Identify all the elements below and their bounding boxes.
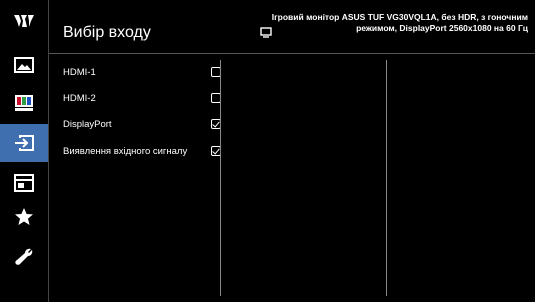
sidebar-item-color[interactable] <box>0 84 48 122</box>
color-bars-icon <box>15 95 33 111</box>
bottom-bar <box>49 296 535 302</box>
osd-window: Вибір входу Ігровий монітор ASUS TUF VG3… <box>0 0 535 302</box>
sidebar-item-favorites[interactable] <box>0 198 48 236</box>
menu-item-label: HDMI-2 <box>63 92 96 104</box>
menu-item-label: DisplayPort <box>63 118 112 130</box>
input-select-icon <box>15 135 34 151</box>
sidebar-item-system-setup[interactable] <box>0 164 48 202</box>
page-title: Вибір входу <box>63 24 151 41</box>
menu-item-input-detection[interactable]: Виявлення вхідного сигналу <box>63 142 221 160</box>
menu-item-hdmi-2[interactable]: HDMI-2 <box>63 89 221 107</box>
monitor-info: Ігровий монітор ASUS TUF VG30VQL1A, без … <box>271 12 528 33</box>
input-menu: HDMI-1 HDMI-2 DisplayPort Виявлення вхід… <box>49 54 221 302</box>
favorites-star-icon <box>15 208 33 225</box>
tuf-logo-icon <box>0 6 48 36</box>
menu-item-label: HDMI-1 <box>63 66 96 78</box>
sidebar-item-input-select[interactable] <box>0 124 48 162</box>
sidebar <box>0 0 48 302</box>
system-setup-icon <box>14 174 34 192</box>
menu-item-hdmi-1[interactable]: HDMI-1 <box>63 63 221 81</box>
wrench-icon <box>15 248 33 265</box>
menu-item-displayport[interactable]: DisplayPort <box>63 115 221 133</box>
image-icon <box>14 57 34 73</box>
sidebar-item-shortcut[interactable] <box>0 238 48 276</box>
header: Вибір входу Ігровий монітор ASUS TUF VG3… <box>49 0 535 54</box>
column-divider <box>386 60 387 296</box>
column-divider <box>220 60 221 296</box>
main-panel: Вибір входу Ігровий монітор ASUS TUF VG3… <box>48 0 535 302</box>
menu-item-label: Виявлення вхідного сигналу <box>63 145 188 157</box>
sidebar-item-image[interactable] <box>0 46 48 84</box>
